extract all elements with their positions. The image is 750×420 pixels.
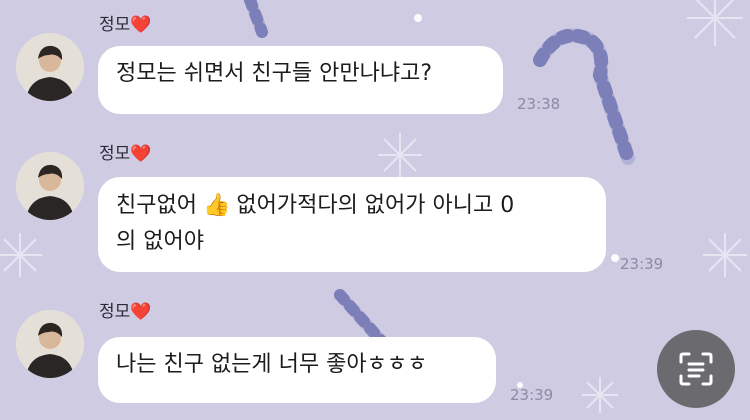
profile-photo-icon [16,152,84,220]
message-text: 의 없어야 [116,229,204,254]
sender-avatar[interactable] [16,33,84,101]
message-line: 의 없어야 [116,224,588,260]
heart-icon: ❤️ [130,15,152,35]
thumbs-up-icon: 👍 [202,193,231,218]
message-bubble[interactable]: 나는 친구 없는게 너무 좋아ㅎㅎㅎ [98,337,496,403]
message-text: 없어가적다의 없어가 아니고 0 [236,193,515,218]
message-text: 정모는 쉬면서 친구들 안만나냐고? [116,61,433,86]
sender-name: 정모❤️ [99,144,152,164]
message-time: 23:38 [517,95,561,113]
profile-photo-icon [16,310,84,378]
message-text: 친구없어 [116,193,197,218]
heart-icon: ❤️ [130,144,152,164]
message-line: 친구없어 👍 없어가적다의 없어가 아니고 0 [116,188,588,224]
text-scan-icon [679,352,713,386]
message-bubble[interactable]: 친구없어 👍 없어가적다의 없어가 아니고 0 의 없어야 [98,177,606,272]
profile-photo-icon [16,33,84,101]
sender-avatar[interactable] [16,310,84,378]
sender-name: 정모❤️ [99,15,152,35]
heart-icon: ❤️ [130,302,152,322]
message-text: 나는 친구 없는게 너무 좋아ㅎㅎㅎ [116,352,428,377]
message-time: 23:39 [510,386,554,404]
sender-name: 정모❤️ [99,302,152,322]
sender-avatar[interactable] [16,152,84,220]
message-time: 23:39 [620,255,664,273]
text-scan-button[interactable] [657,330,735,408]
message-bubble[interactable]: 정모는 쉬면서 친구들 안만나냐고? [98,46,503,114]
